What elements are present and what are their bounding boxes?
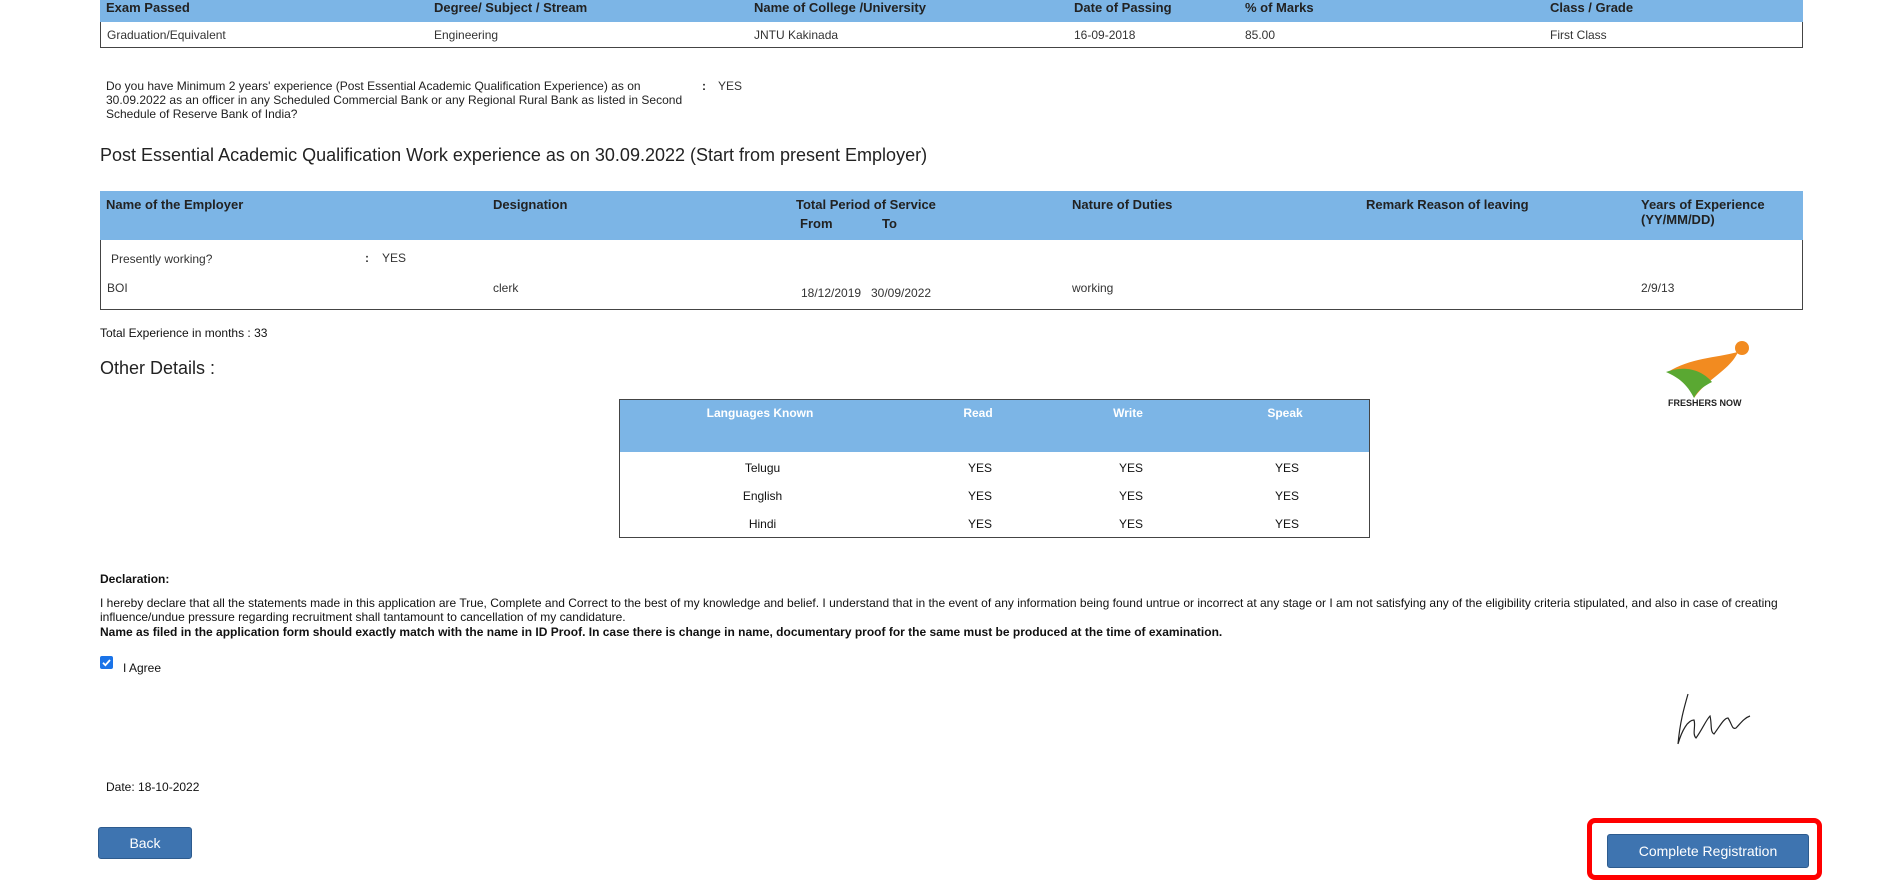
edu-college: JNTU Kakinada (754, 28, 839, 42)
lang-write: YES (1118, 489, 1143, 503)
lang-speak: YES (1274, 461, 1299, 475)
declaration-name-note: Name as filed in the application form sh… (100, 625, 1223, 639)
signature-image (1674, 690, 1764, 750)
lang-name: English (742, 489, 783, 503)
col-college: Name of College /University (754, 0, 926, 15)
fresher-logo: FRESHERS NOW (1660, 338, 1750, 410)
col-marks: % of Marks (1245, 0, 1314, 15)
lang-name: Telugu (744, 461, 781, 475)
work-employer: BOI (107, 281, 128, 295)
work-body (100, 240, 1803, 310)
edu-exam: Graduation/Equivalent (107, 28, 226, 42)
edu-date: 16-09-2018 (1074, 28, 1136, 42)
work-years: 2/9/13 (1641, 281, 1675, 295)
logo-bird-icon (1666, 341, 1749, 398)
agree-label: I Agree (123, 661, 162, 675)
checkmark-icon (102, 659, 111, 667)
lang-speak: YES (1274, 517, 1299, 531)
presently-working-value: YES (382, 251, 407, 265)
lang-write: YES (1118, 517, 1143, 531)
col-employer: Name of the Employer (106, 197, 244, 212)
presently-working-colon: : (365, 251, 369, 265)
experience-question-answer: YES (718, 79, 743, 93)
experience-question-colon: : (702, 79, 706, 93)
col-from: From (800, 216, 833, 231)
work-to: 30/09/2022 (871, 286, 932, 300)
work-from: 18/12/2019 (801, 286, 862, 300)
edu-class: First Class (1550, 28, 1607, 42)
lang-col-speak: Speak (1267, 406, 1303, 420)
agree-checkbox[interactable] (100, 656, 113, 669)
declaration-text: I hereby declare that all the statements… (100, 596, 1778, 624)
presently-working-label: Presently working? (111, 252, 213, 266)
back-button[interactable]: Back (98, 827, 192, 859)
edu-marks: 85.00 (1245, 28, 1276, 42)
lang-col-read: Read (963, 406, 993, 420)
col-duties: Nature of Duties (1072, 197, 1173, 212)
declaration-date: Date: 18-10-2022 (106, 780, 200, 794)
lang-read: YES (967, 489, 992, 503)
col-to: To (882, 216, 897, 231)
lang-write: YES (1118, 461, 1143, 475)
edu-degree: Engineering (434, 28, 499, 42)
work-section-title: Post Essential Academic Qualification Wo… (100, 145, 928, 165)
work-header-row (100, 191, 1803, 240)
declaration-title: Declaration: (100, 572, 170, 586)
lang-read: YES (967, 461, 992, 475)
lang-read: YES (967, 517, 992, 531)
other-details-title: Other Details : (100, 358, 216, 378)
total-experience: Total Experience in months : 33 (100, 326, 268, 340)
col-class-grade: Class / Grade (1550, 0, 1634, 15)
col-years: Years of Experience (1641, 197, 1765, 212)
lang-col-write: Write (1113, 406, 1143, 420)
education-header-row (100, 0, 1803, 22)
lang-speak: YES (1274, 489, 1299, 503)
col-degree: Degree/ Subject / Stream (434, 0, 588, 15)
col-designation: Designation (493, 197, 568, 212)
col-remark: Remark Reason of leaving (1366, 197, 1529, 212)
work-duties: working (1072, 281, 1114, 295)
experience-question: Do you have Minimum 2 years' experience … (106, 79, 683, 121)
logo-text: FRESHERS NOW (1668, 398, 1742, 408)
complete-registration-button[interactable]: Complete Registration (1607, 834, 1809, 868)
col-date-passing: Date of Passing (1074, 0, 1172, 15)
lang-name: Hindi (748, 517, 777, 531)
col-years-format: (YY/MM/DD) (1641, 212, 1715, 227)
work-designation: clerk (493, 281, 519, 295)
education-row (100, 22, 1803, 48)
col-exam-passed: Exam Passed (106, 0, 190, 15)
col-period: Total Period of Service (796, 197, 936, 212)
lang-col-language: Languages Known (706, 406, 814, 420)
